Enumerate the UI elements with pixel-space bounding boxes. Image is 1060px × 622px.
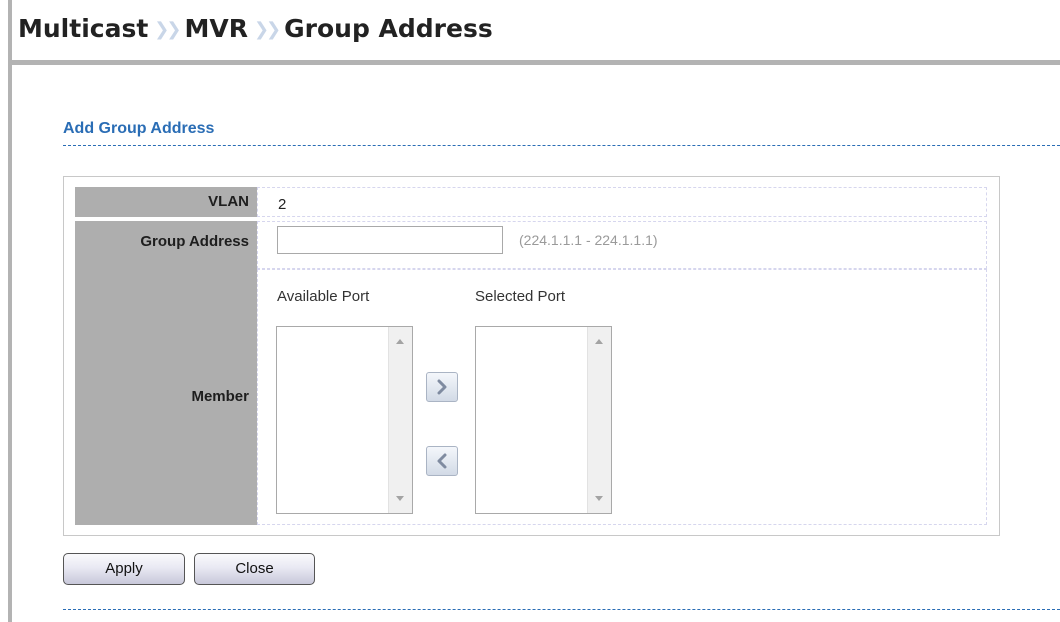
breadcrumb: Multicast ❯❯ MVR ❯❯ Group Address xyxy=(18,14,493,43)
breadcrumb-item-mvr: MVR xyxy=(184,14,248,43)
available-port-list[interactable] xyxy=(276,326,413,514)
group-address-cell: (224.1.1.1 - 224.1.1.1) xyxy=(257,221,987,269)
selected-port-scrollbar[interactable] xyxy=(587,327,611,513)
scroll-up-arrow-icon[interactable] xyxy=(396,339,404,344)
member-cell: Available Port Selected Port xyxy=(257,269,987,525)
section-title: Add Group Address xyxy=(63,120,215,137)
group-address-label: Group Address xyxy=(75,221,257,269)
group-address-row: Group Address (224.1.1.1 - 224.1.1.1) xyxy=(75,221,987,269)
scroll-up-arrow-icon[interactable] xyxy=(595,339,603,344)
section-divider-bottom xyxy=(63,609,1060,610)
breadcrumb-item-multicast: Multicast xyxy=(18,14,149,43)
apply-button[interactable]: Apply xyxy=(63,553,185,585)
vlan-label: VLAN xyxy=(75,187,257,217)
section-divider-top xyxy=(63,145,1060,146)
group-address-range-hint: (224.1.1.1 - 224.1.1.1) xyxy=(519,232,658,248)
scroll-down-arrow-icon[interactable] xyxy=(595,496,603,501)
member-row: Member Available Port Selected Port xyxy=(75,269,987,525)
page-left-border xyxy=(8,0,12,622)
member-label: Member xyxy=(75,269,257,525)
vlan-row: VLAN 2 xyxy=(75,187,987,217)
vlan-value: 2 xyxy=(278,196,287,213)
selected-port-label: Selected Port xyxy=(475,288,566,305)
chevron-left-icon xyxy=(437,453,447,469)
move-to-selected-button[interactable] xyxy=(426,372,458,402)
group-address-input[interactable] xyxy=(277,226,503,254)
available-port-scrollbar[interactable] xyxy=(388,327,412,513)
vlan-cell: 2 xyxy=(257,187,987,217)
breadcrumb-separator-icon: ❯❯ xyxy=(154,19,181,40)
move-to-available-button[interactable] xyxy=(426,446,458,476)
scroll-down-arrow-icon[interactable] xyxy=(396,496,404,501)
page-header: Multicast ❯❯ MVR ❯❯ Group Address xyxy=(12,0,1060,65)
add-group-form: VLAN 2 Group Address (224.1.1.1 - 224.1.… xyxy=(63,176,1000,536)
available-port-label: Available Port xyxy=(277,288,370,305)
page-title: Group Address xyxy=(284,14,493,43)
selected-port-list[interactable] xyxy=(475,326,612,514)
chevron-right-icon xyxy=(437,379,447,395)
breadcrumb-separator-icon: ❯❯ xyxy=(253,19,281,40)
close-button[interactable]: Close xyxy=(194,553,315,585)
